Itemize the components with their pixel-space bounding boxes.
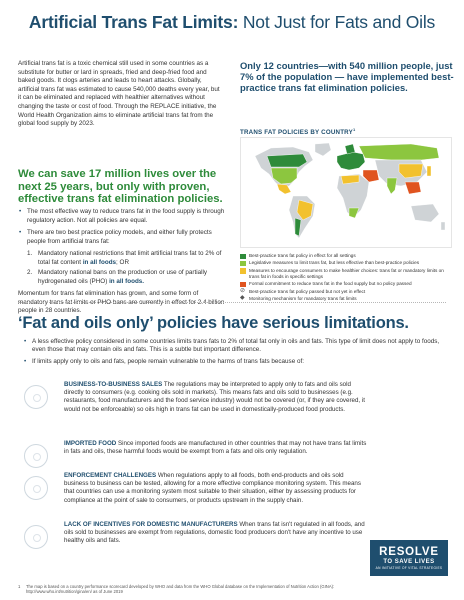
map-legend: Best-practice trans fat policy in effect… — [240, 253, 455, 303]
legend-text-monitoring: Monitoring mechanism for mandatory trans… — [249, 295, 357, 301]
legend-swatch-voluntary — [240, 268, 246, 274]
passed-not-in-effect-icon: ⊘ — [240, 288, 246, 295]
map-europe — [336, 151, 366, 171]
imported-food-icon — [24, 444, 48, 468]
intro-paragraph: Artificial trans fat is a toxic chemical… — [18, 60, 220, 128]
footnote-number: 1 — [18, 584, 21, 589]
resolve-logo: RESOLVE TO SAVE LIVES AN INITIATIVE OF V… — [370, 540, 448, 576]
number-1: 1. — [27, 250, 33, 257]
section-divider — [18, 302, 446, 303]
legend-text-legislative: Legislative measures to limit trans fat,… — [249, 260, 420, 266]
map-new-zealand — [440, 221, 446, 231]
business-sales-icon — [24, 385, 48, 409]
countries-heading: Only 12 countries—with 540 million peopl… — [240, 60, 454, 93]
legend-text-formal: Formal commitment to reduce trans fat in… — [249, 281, 412, 287]
page-title: Artificial Trans Fat Limits: Not Just fo… — [0, 12, 464, 33]
item-incentives-text: LACK OF INCENTIVES FOR DOMESTIC MANUFACT… — [64, 521, 369, 546]
logo-tagline: AN INITIATIVE OF VITAL STRATEGIES — [375, 566, 443, 570]
item-enforcement-text: ENFORCEMENT CHALLENGES When regulations … — [64, 472, 369, 505]
legend-text-voluntary: Measures to encourage consumers to make … — [249, 267, 444, 279]
legend-item-formal: Formal commitment to reduce trans fat in… — [240, 281, 455, 288]
incentives-icon — [24, 525, 48, 549]
map-japan-korea — [426, 165, 432, 177]
map-scandinavia — [344, 143, 356, 155]
legend-item-legislative: Legislative measures to limit trans fat,… — [240, 260, 455, 267]
bullet-best-practice: There are two best practice policy model… — [18, 229, 228, 246]
map-title-text: TRANS FAT POLICIES BY COUNTRY — [240, 129, 353, 137]
numbered-item-1: 1. Mandatory national restrictions that … — [18, 250, 228, 267]
item-business-text: BUSINESS-TO-BUSINESS SALES The regulatio… — [64, 381, 369, 414]
map-title-footnote: 1 — [352, 127, 356, 132]
numbered-item-2-strong: in all foods. — [109, 277, 145, 285]
legend-text-best: Best-practice trans fat policy in effect… — [249, 253, 356, 258]
title-bold: Artificial Trans Fat Limits: — [28, 12, 239, 32]
numbered-item-1-end: ; OR — [116, 258, 129, 266]
legend-swatch-formal — [240, 281, 246, 288]
lives-heading: We can save 17 million lives over the ne… — [18, 168, 223, 205]
policy-bullets: The most effective way to reduce trans f… — [18, 208, 228, 316]
world-map-svg — [254, 142, 446, 239]
numbered-item-1-strong: in all foods — [82, 258, 117, 266]
legend-item-voluntary: Measures to encourage consumers to make … — [240, 268, 455, 280]
item-incentives-label: LACK OF INCENTIVES FOR DOMESTIC MANUFACT… — [64, 521, 238, 528]
logo-resolve: RESOLVE — [379, 546, 439, 558]
bullet-vulnerable: If limits apply only to oils and fats, p… — [24, 358, 444, 367]
footnote: 1 The map is based on a country performa… — [18, 584, 363, 594]
map-australia — [410, 203, 440, 223]
map-russia — [358, 143, 440, 161]
legend-swatch-best — [240, 253, 246, 260]
bullet-less-effective: A less effective policy considered in so… — [24, 338, 444, 355]
item-enforcement: ENFORCEMENT CHALLENGES When regulations … — [24, 472, 449, 518]
item-imported-label: IMPORTED FOOD — [64, 440, 117, 447]
item-imported-text: IMPORTED FOOD Since imported foods are m… — [64, 440, 369, 456]
logo-save-lives: TO SAVE LIVES — [383, 559, 435, 565]
item-business-to-business: BUSINESS-TO-BUSINESS SALES The regulatio… — [24, 381, 449, 437]
number-2: 2. — [27, 269, 33, 276]
limitations-bullets: A less effective policy considered in so… — [24, 338, 444, 369]
bullet-regulatory: The most effective way to reduce trans f… — [18, 208, 228, 225]
legend-item-passed: ⊘ Best-practice trans fat policy passed b… — [240, 288, 455, 295]
item-business-label: BUSINESS-TO-BUSINESS SALES — [64, 381, 163, 388]
map-india — [386, 177, 398, 195]
map-title: TRANS FAT POLICIES BY COUNTRY1 — [240, 127, 355, 136]
map-greenland — [314, 142, 332, 157]
numbered-item-1-text: Mandatory national restrictions that lim… — [38, 250, 222, 266]
world-map — [240, 137, 452, 248]
limitations-heading: ‘Fat and oils only’ policies have seriou… — [18, 314, 409, 332]
map-canada — [266, 153, 308, 168]
title-light: Not Just for Fats and Oils — [238, 12, 436, 32]
legend-swatch-legislative — [240, 260, 246, 267]
legend-text-passed: Best-practice trans fat policy passed bu… — [249, 288, 366, 294]
monitoring-icon: ◆ — [240, 295, 245, 302]
footnote-text: The map is based on a country performanc… — [26, 584, 335, 595]
enforcement-icon — [24, 476, 48, 500]
numbered-item-2: 2. Mandatory national bans on the produc… — [18, 269, 228, 286]
item-imported-food: IMPORTED FOOD Since imported foods are m… — [24, 440, 449, 468]
item-enforcement-label: ENFORCEMENT CHALLENGES — [64, 472, 157, 479]
legend-item-best: Best-practice trans fat policy in effect… — [240, 253, 455, 260]
map-southeast-asia — [404, 181, 422, 195]
